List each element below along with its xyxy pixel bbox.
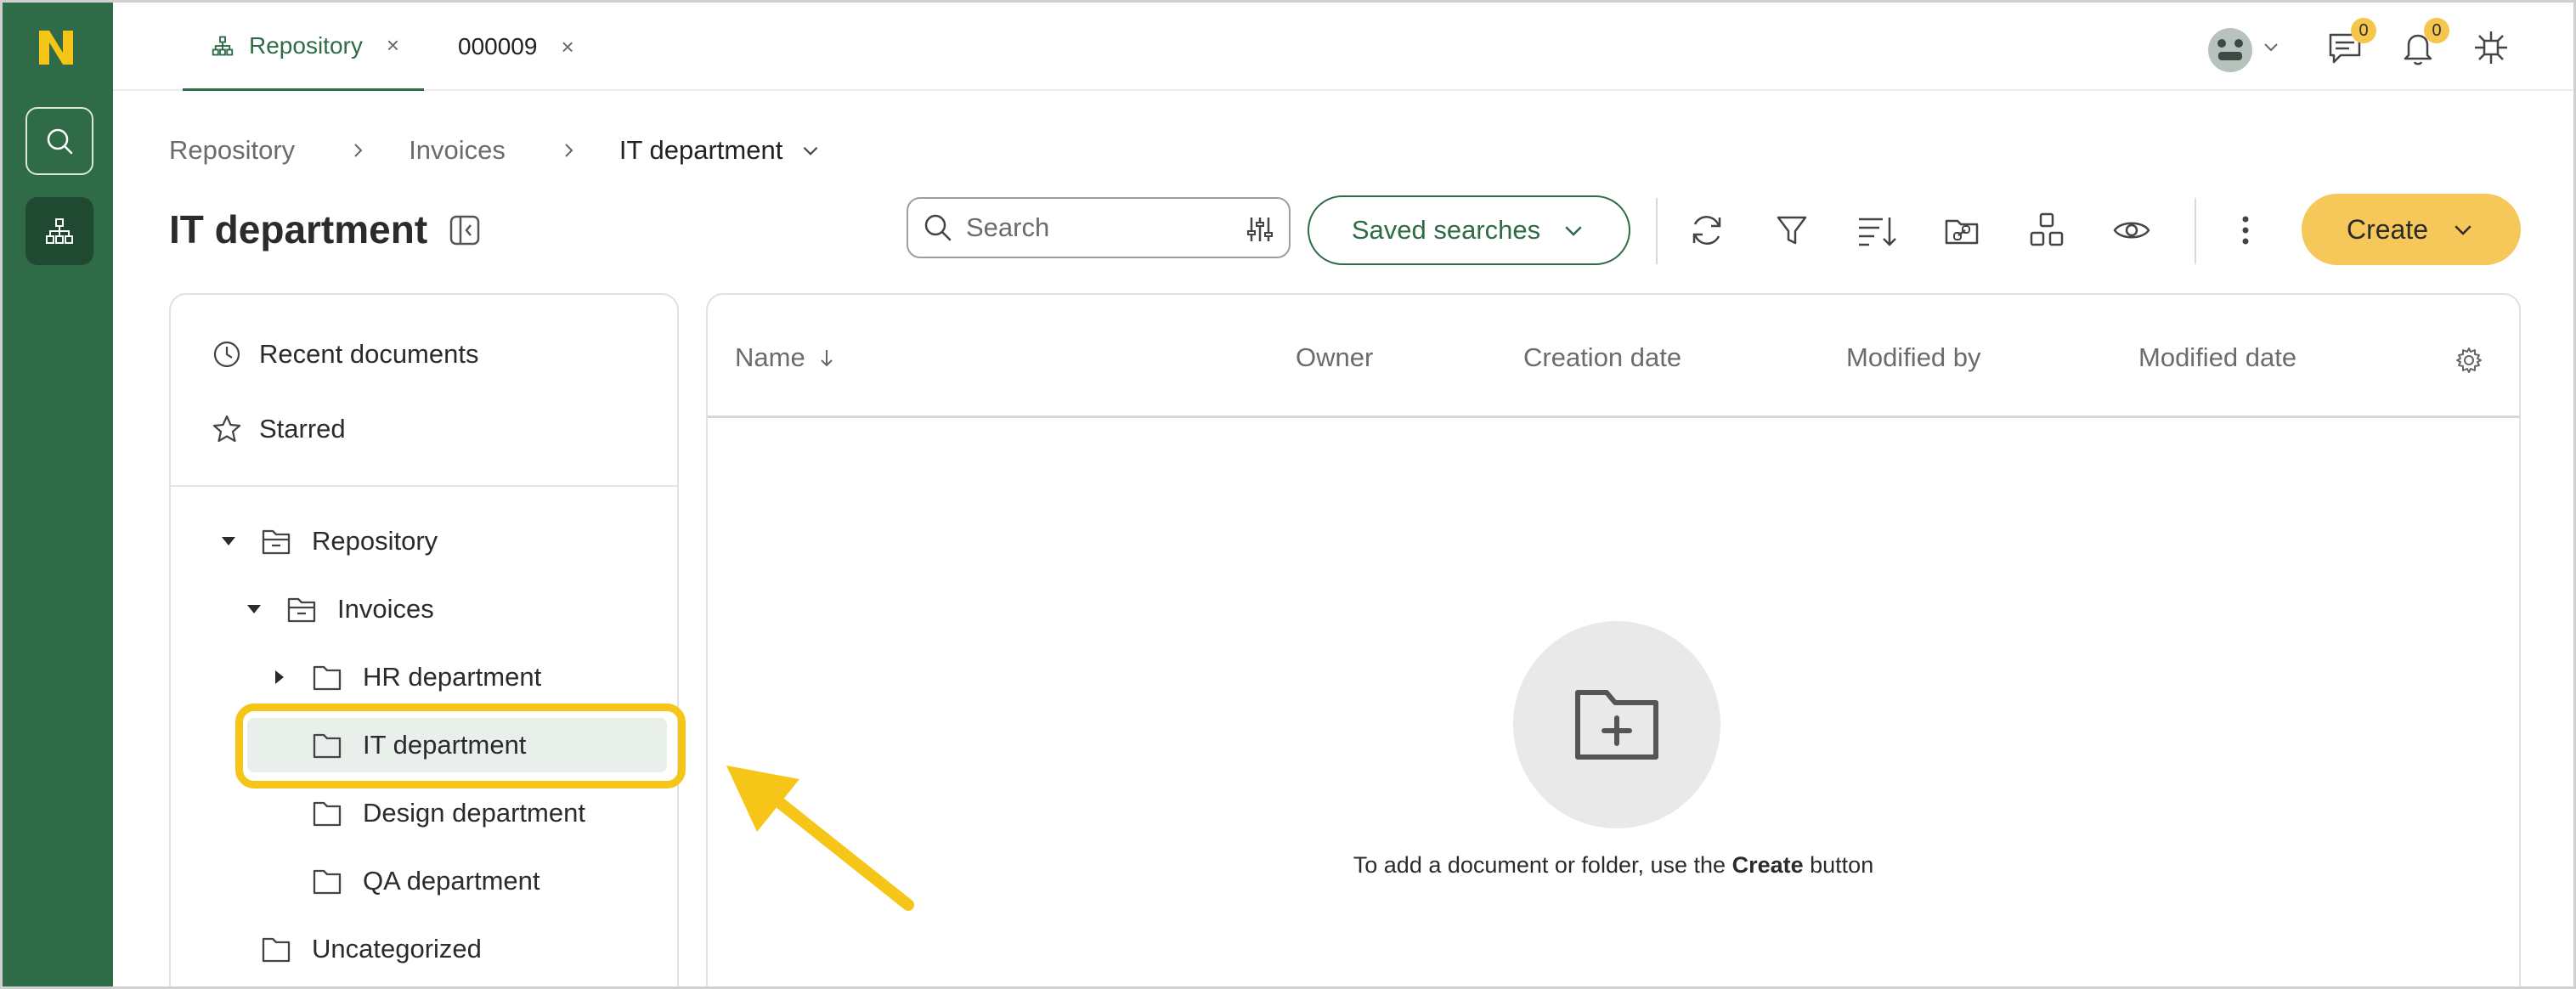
tree-node-hr-department[interactable]: HR department <box>268 653 541 701</box>
tab-repository[interactable]: Repository × <box>183 3 424 91</box>
tree-node-uncategorized[interactable]: Uncategorized <box>217 925 482 973</box>
breadcrumb-item-repository[interactable]: Repository <box>169 135 295 166</box>
notifications-badge: 0 <box>2424 18 2449 43</box>
tree-node-label: Design department <box>363 798 585 828</box>
tree-node-label: Uncategorized <box>312 934 482 964</box>
rail-repository-button[interactable] <box>25 197 93 265</box>
search-icon <box>924 214 952 241</box>
empty-state-illustration <box>1513 621 1720 828</box>
caret-down-icon[interactable] <box>242 597 266 621</box>
more-options-button[interactable] <box>2223 208 2268 252</box>
breadcrumb-item-current[interactable]: IT department <box>619 135 782 166</box>
collapse-panel-icon[interactable] <box>448 213 482 247</box>
filter-button[interactable] <box>1770 208 1814 252</box>
navigation-panel: Recent documents Starred Repository Invo… <box>169 293 679 986</box>
search-field[interactable] <box>907 197 1291 258</box>
link-folder-icon <box>1945 219 1979 245</box>
folder-plus-icon <box>1575 690 1658 760</box>
toolbar-divider <box>2195 198 2196 264</box>
chevron-down-icon <box>1565 226 1582 236</box>
arrow-down-icon <box>820 350 833 367</box>
folder-icon <box>262 937 291 963</box>
folder-open-icon <box>262 529 291 555</box>
chevron-right-icon <box>565 144 573 157</box>
highlight-annotation <box>235 704 686 788</box>
empty-state-message: To add a document or folder, use the Cre… <box>1353 852 1874 878</box>
chevron-right-icon <box>354 144 363 157</box>
app-window: Repository × 000009 × 0 0 Repository Inv… <box>0 0 2576 989</box>
clock-icon <box>213 341 240 368</box>
column-header-name[interactable]: Name <box>735 342 838 373</box>
chevron-down-icon[interactable] <box>799 139 822 161</box>
avatar-pattern-icon <box>2217 39 2243 60</box>
column-header-modified-by[interactable]: Modified by <box>1846 342 1981 373</box>
breadcrumb-item-invoices[interactable]: Invoices <box>409 135 506 166</box>
tree-node-invoices[interactable]: Invoices <box>242 585 434 633</box>
panel-divider <box>171 485 677 487</box>
search-input[interactable] <box>966 212 1238 243</box>
tree-node-qa-department[interactable]: QA department <box>268 857 540 905</box>
toolbar-divider <box>1656 198 1658 264</box>
column-settings-gear-icon[interactable] <box>2455 346 2483 375</box>
document-list-panel: Name Owner Creation date Modified by Mod… <box>706 293 2521 986</box>
column-header-creation-date[interactable]: Creation date <box>1523 342 1681 373</box>
integrations-icon[interactable] <box>2471 28 2511 67</box>
column-header-owner[interactable]: Owner <box>1296 342 1373 373</box>
rail-search-button[interactable] <box>25 107 93 175</box>
close-icon[interactable]: × <box>561 34 573 60</box>
create-label: Create <box>2346 213 2429 245</box>
logo-icon <box>39 31 73 65</box>
sliders-icon[interactable] <box>1245 214 1275 245</box>
view-toggle-button[interactable] <box>2025 208 2069 252</box>
tree-node-label: Repository <box>312 526 438 556</box>
saved-searches-button[interactable]: Saved searches <box>1308 195 1630 265</box>
caret-right-icon[interactable] <box>268 665 291 689</box>
sort-icon <box>1859 218 1896 246</box>
avatar[interactable] <box>2208 28 2252 72</box>
create-button[interactable]: Create <box>2302 194 2521 265</box>
messages-badge: 0 <box>2351 18 2376 43</box>
starred-label: Starred <box>259 414 346 444</box>
refresh-icon <box>1692 216 1721 245</box>
refresh-button[interactable] <box>1685 208 1729 252</box>
sitemap-icon <box>212 36 234 55</box>
close-icon[interactable]: × <box>387 32 399 59</box>
column-header-modified-date[interactable]: Modified date <box>2138 342 2296 373</box>
folder-icon <box>313 801 342 827</box>
folder-icon <box>313 665 342 691</box>
tree-node-design-department[interactable]: Design department <box>268 789 585 837</box>
sitemap-icon <box>46 218 73 244</box>
top-bar: Repository × 000009 × 0 0 <box>113 3 2573 91</box>
star-icon <box>212 415 241 443</box>
folder-open-icon <box>287 597 316 623</box>
arrow-annotation-icon <box>726 766 914 911</box>
eye-icon <box>2113 222 2150 239</box>
folder-icon <box>313 869 342 895</box>
search-icon <box>47 128 73 155</box>
chevron-down-icon <box>2455 225 2471 235</box>
chevron-down-icon[interactable] <box>2261 37 2281 57</box>
page-title: IT department <box>169 207 428 251</box>
tab-label: 000009 <box>458 33 538 59</box>
breadcrumb: Repository Invoices IT department <box>169 132 822 169</box>
tree-node-repository[interactable]: Repository <box>217 517 438 565</box>
shapes-icon <box>2030 212 2064 246</box>
table-header-divider <box>708 415 2519 418</box>
linked-folder-button[interactable] <box>1940 208 1984 252</box>
tab-label: Repository <box>249 31 363 59</box>
recent-documents-label: Recent documents <box>259 339 479 369</box>
funnel-icon <box>1777 216 1807 245</box>
preview-button[interactable] <box>2110 208 2154 252</box>
saved-searches-label: Saved searches <box>1351 215 1541 245</box>
recent-documents-link[interactable]: Recent documents <box>212 334 478 375</box>
tree-node-label: Invoices <box>337 594 434 624</box>
tree-node-label: QA department <box>363 866 540 896</box>
left-rail <box>3 3 113 986</box>
more-vertical-icon <box>2242 216 2249 245</box>
tab-document[interactable]: 000009 × <box>453 3 623 91</box>
starred-link[interactable]: Starred <box>212 409 346 449</box>
caret-down-icon[interactable] <box>217 529 240 553</box>
tree-node-label: HR department <box>363 662 542 692</box>
sort-button[interactable] <box>1855 208 1899 252</box>
